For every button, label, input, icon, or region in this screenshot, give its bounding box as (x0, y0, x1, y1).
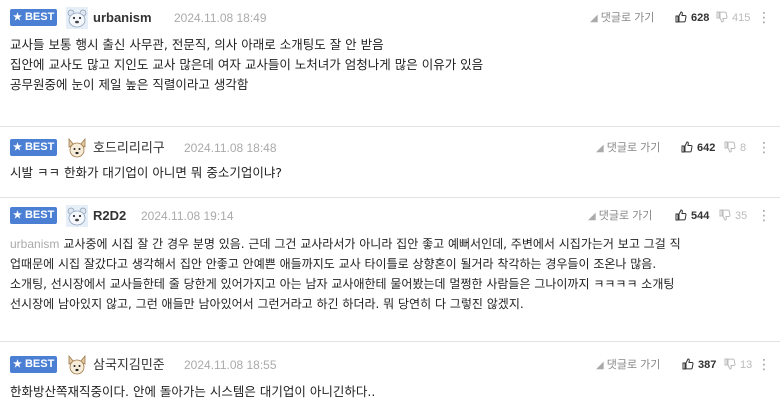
reply-arrow-icon: ◢ (590, 13, 598, 24)
comment-date: 2024.11.08 18:48 (184, 141, 277, 155)
comment-nickname[interactable]: 호드리리리구 (93, 139, 165, 157)
comment-header: ★ BEST urbanism 2024.11.08 18:49 ◢ 댓글로 가기 … (10, 7, 780, 29)
dog-avatar-icon[interactable] (66, 354, 88, 376)
polar-bear-avatar-icon[interactable] (66, 205, 88, 227)
comment-line: 선시장에 남아있지 않고, 그런 애들만 남아있어서 그런거라고 하긴 하더라.… (10, 297, 524, 311)
comment-line: 소개팅, 선시장에서 교사들한테 줄 당한게 있어가지고 아는 남자 교사애한테… (10, 277, 675, 291)
comment-item: ★ BEST R2D2 2024.11.08 19:14 ◢ 댓글로 가기 544 … (0, 198, 780, 342)
reply-arrow-icon: ◢ (596, 143, 604, 154)
comment-actions: ◢ 댓글로 가기 387 13 ⋮ (596, 357, 771, 374)
comment-body: urbanism 교사중에 시집 잘 간 경우 분명 있음. 근데 그건 교사라서… (10, 234, 768, 314)
downvote-button[interactable]: 415 (716, 10, 750, 26)
best-badge: ★ BEST (10, 139, 57, 156)
downvote-button[interactable]: 35 (719, 208, 747, 224)
comment-item: ★ BEST urbanism 2024.11.08 18:49 ◢ 댓글로 가기 … (0, 0, 780, 127)
thumbs-up-icon (675, 11, 687, 23)
thumbs-up-icon (675, 209, 687, 221)
comment-nickname[interactable]: 삼국지김민준 (93, 356, 165, 374)
comment-line: urbanism 교사중에 시집 잘 간 경우 분명 있음. 근데 그건 교사라서… (10, 237, 681, 251)
comment-body: 시발 ㅋㅋ 한화가 대기업이 아니면 뭐 중소기업이냐? (10, 163, 768, 183)
comment-line: 한화방산쪽재직중이다. 안에 돌아가는 시스템은 대기업이 아니긴하다.. (10, 384, 376, 399)
comment-nickname[interactable]: urbanism (93, 9, 152, 27)
thumbs-down-icon (724, 141, 736, 153)
reply-link[interactable]: ◢ 댓글로 가기 (596, 357, 660, 374)
mention-link[interactable]: urbanism (10, 237, 59, 251)
best-badge: ★ BEST (10, 207, 57, 224)
comment-date: 2024.11.08 19:14 (141, 209, 234, 223)
comment-body: 교사들 보통 행시 출신 사무관, 전문직, 의사 아래로 소개팅도 잘 안 받… (10, 35, 768, 95)
upvote-button[interactable]: 544 (675, 208, 709, 224)
comment-item: ★ BEST 삼국지김민준 2024.11.08 18:55 ◢ 댓글로 가기 38… (0, 342, 780, 413)
thumbs-up-icon (681, 141, 693, 153)
comment-actions: ◢ 댓글로 가기 544 35 ⋮ (588, 208, 771, 225)
thumbs-down-icon (719, 209, 731, 221)
comment-line: 공무원중에 눈이 제일 높은 직렬이라고 생각함 (10, 77, 249, 92)
more-menu-icon[interactable]: ⋮ (757, 140, 771, 156)
reply-link[interactable]: ◢ 댓글로 가기 (596, 140, 660, 157)
star-icon: ★ (13, 210, 22, 221)
polar-bear-avatar-icon[interactable] (66, 7, 88, 29)
comment-line: 시발 ㅋㅋ 한화가 대기업이 아니면 뭐 중소기업이냐? (10, 165, 282, 180)
comment-line: 교사들 보통 행시 출신 사무관, 전문직, 의사 아래로 소개팅도 잘 안 받… (10, 37, 384, 52)
comment-date: 2024.11.08 18:55 (184, 358, 277, 372)
star-icon: ★ (13, 12, 22, 23)
best-badge: ★ BEST (10, 9, 57, 26)
comment-header: ★ BEST 호드리리리구 2024.11.08 18:48 ◢ 댓글로 가기 64… (10, 137, 780, 159)
downvote-button[interactable]: 13 (724, 357, 752, 373)
more-menu-icon[interactable]: ⋮ (757, 10, 771, 26)
thumbs-up-icon (682, 358, 694, 370)
comment-actions: ◢ 댓글로 가기 642 8 ⋮ (596, 140, 771, 157)
reply-link[interactable]: ◢ 댓글로 가기 (588, 208, 652, 225)
comment-line: 업때문에 시집 잘갔다고 생각해서 집안 안좋고 안예쁜 애들까지도 교사 타이… (10, 257, 657, 271)
thumbs-down-icon (716, 11, 728, 23)
downvote-button[interactable]: 8 (724, 140, 746, 156)
comment-date: 2024.11.08 18:49 (174, 11, 267, 25)
thumbs-down-icon (724, 358, 736, 370)
upvote-button[interactable]: 387 (682, 357, 716, 373)
reply-arrow-icon: ◢ (588, 211, 596, 222)
comment-nickname[interactable]: R2D2 (93, 207, 126, 225)
dog-avatar-icon[interactable] (66, 137, 88, 159)
reply-link[interactable]: ◢ 댓글로 가기 (590, 10, 654, 27)
star-icon: ★ (13, 359, 22, 370)
more-menu-icon[interactable]: ⋮ (757, 357, 771, 373)
star-icon: ★ (13, 142, 22, 153)
comment-item: ★ BEST 호드리리리구 2024.11.08 18:48 ◢ 댓글로 가기 64… (0, 127, 780, 198)
comment-body: 한화방산쪽재직중이다. 안에 돌아가는 시스템은 대기업이 아니긴하다.. (10, 382, 768, 402)
reply-arrow-icon: ◢ (596, 360, 604, 371)
upvote-button[interactable]: 628 (675, 10, 709, 26)
comment-actions: ◢ 댓글로 가기 628 415 ⋮ (590, 10, 771, 27)
comment-line: 집안에 교사도 많고 지인도 교사 많은데 여자 교사들이 노처녀가 엄청나게 … (10, 57, 484, 72)
comment-header: ★ BEST R2D2 2024.11.08 19:14 ◢ 댓글로 가기 544 … (10, 205, 780, 227)
upvote-button[interactable]: 642 (681, 140, 715, 156)
comment-header: ★ BEST 삼국지김민준 2024.11.08 18:55 ◢ 댓글로 가기 38… (10, 354, 780, 376)
comment-list: ★ BEST urbanism 2024.11.08 18:49 ◢ 댓글로 가기 … (0, 0, 780, 413)
more-menu-icon[interactable]: ⋮ (757, 208, 771, 224)
best-badge: ★ BEST (10, 356, 57, 373)
